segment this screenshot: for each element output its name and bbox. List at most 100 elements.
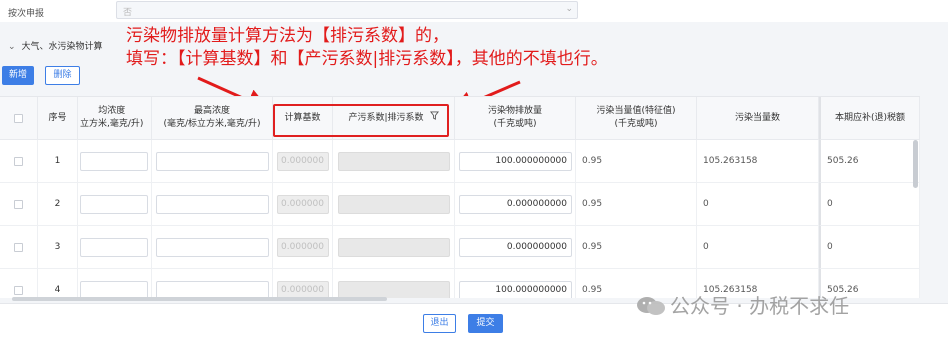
calc-base-cell: 0.000000 — [273, 183, 333, 226]
emission-input[interactable]: 0.000000000 — [459, 194, 572, 214]
annotation-line-2: 填写：【计算基数】和【产污系数|排污系数】，其他的不填也行。 — [126, 49, 608, 69]
coef-cell — [333, 269, 455, 298]
equiv-val-cell: 0.95 — [576, 183, 697, 226]
max-conc-input[interactable] — [156, 237, 269, 257]
calc-base-input[interactable]: 0.000000 — [277, 194, 329, 214]
emission-cell: 100.000000000 — [455, 140, 576, 183]
coef-input[interactable] — [338, 237, 450, 257]
max-conc-cell — [152, 269, 273, 298]
calc-base-cell: 0.000000 — [273, 269, 333, 298]
emission-input[interactable]: 0.000000000 — [459, 237, 572, 257]
equiv-val-text: 0.95 — [582, 285, 603, 295]
row-select-cell — [0, 269, 38, 298]
max-conc-input[interactable] — [156, 151, 269, 171]
header-tax: 本期应补(退)税额 — [819, 97, 920, 140]
coef-cell — [333, 226, 455, 269]
row-index: 2 — [54, 199, 61, 209]
emission-input[interactable]: 100.000000000 — [459, 280, 572, 298]
row-checkbox[interactable] — [14, 242, 23, 252]
equiv-val-text: 0.95 — [582, 156, 603, 166]
row-checkbox[interactable] — [14, 199, 23, 209]
delete-button[interactable]: 删除 — [45, 66, 80, 85]
emission-input[interactable]: 100.000000000 — [459, 151, 572, 171]
header-index: 序号 — [38, 97, 78, 140]
tax-text: 0 — [827, 242, 833, 252]
header-max-conc-line2: (毫克/标立方米,毫克/升) — [163, 119, 261, 129]
row-index: 1 — [54, 156, 61, 166]
by-count-label: 按次申报 — [8, 9, 45, 19]
avg-conc-cell — [78, 269, 152, 298]
tax-cell: 0 — [819, 183, 920, 226]
coef-input[interactable] — [338, 194, 450, 214]
header-emission-line2: (千克或吨) — [493, 119, 537, 129]
row-checkbox[interactable] — [14, 156, 23, 166]
header-max-conc-line1: 最高浓度 — [193, 106, 230, 116]
select-arrow-icon: ⌄ — [565, 4, 573, 14]
row-index-cell: 1 — [38, 140, 78, 183]
emission-cell: 0.000000000 — [455, 183, 576, 226]
equiv-num-cell: 105.263158 — [697, 140, 819, 183]
header-equiv-val-line2: (千克或吨) — [614, 119, 658, 129]
equiv-num-text: 105.263158 — [703, 156, 758, 166]
avg-conc-cell — [78, 183, 152, 226]
equiv-val-text: 0.95 — [582, 199, 603, 209]
coef-input[interactable] — [338, 280, 450, 298]
row-index-cell: 4 — [38, 269, 78, 298]
calc-base-input[interactable]: 0.000000 — [277, 237, 329, 257]
avg-conc-input[interactable] — [80, 280, 148, 298]
header-emission-line1: 污染物排放量 — [487, 106, 542, 116]
emission-cell: 100.000000000 — [455, 269, 576, 298]
avg-conc-input[interactable] — [80, 237, 148, 257]
avg-conc-input[interactable] — [80, 151, 148, 171]
header-equiv-val: 污染当量值(特征值) (千克或吨) — [576, 97, 697, 140]
max-conc-cell — [152, 140, 273, 183]
watermark: 公众号 · 办税不求任 — [636, 290, 849, 319]
tax-text: 0 — [827, 199, 833, 209]
max-conc-input[interactable] — [156, 194, 269, 214]
tax-cell: 0 — [819, 226, 920, 269]
chevron-down-icon: ⌄ — [8, 42, 16, 52]
header-emission: 污染物排放量 (千克或吨) — [455, 97, 576, 140]
calc-base-input[interactable]: 0.000000 — [277, 280, 329, 298]
header-avg-conc: 均浓度立方米,毫克/升) — [78, 97, 152, 140]
emission-table: 序号 均浓度 立方米,毫克/升) 最高浓度 (毫克/标立方米,毫克/升) 计算基数 … — [0, 96, 920, 298]
avg-conc-cell — [78, 140, 152, 183]
max-conc-cell — [152, 226, 273, 269]
header-max-conc: 最高浓度 (毫克/标立方米,毫克/升) — [152, 97, 273, 140]
row-select-cell — [0, 226, 38, 269]
equiv-num-cell: 0 — [697, 183, 819, 226]
row-select-cell — [0, 140, 38, 183]
header-avg-conc-line1: 均浓度 — [98, 106, 126, 116]
select-all-checkbox[interactable] — [14, 113, 23, 123]
equiv-val-text: 0.95 — [582, 242, 603, 252]
section-title-text: 大气、水污染物计算 — [21, 42, 103, 52]
submit-button[interactable]: 提交 — [468, 314, 503, 333]
section-title[interactable]: ⌄ 大气、水污染物计算 — [8, 39, 103, 52]
equiv-num-text: 0 — [703, 242, 709, 252]
coef-cell — [333, 140, 455, 183]
row-index-cell: 3 — [38, 226, 78, 269]
coef-input[interactable] — [338, 151, 450, 171]
header-avg-conc-line2: 立方米,毫克/升) — [80, 119, 144, 129]
avg-conc-input[interactable] — [80, 194, 148, 214]
equiv-num-cell: 0 — [697, 226, 819, 269]
annotation-line-1: 污染物排放量计算方法为【排污系数】的， — [126, 26, 449, 46]
calc-base-input[interactable]: 0.000000 — [277, 151, 329, 171]
top-bar: 按次申报 否 ⌄ — [0, 0, 948, 22]
row-index-cell: 2 — [38, 183, 78, 226]
coef-cell — [333, 183, 455, 226]
header-equiv-num: 污染当量数 — [697, 97, 819, 140]
by-count-select[interactable]: 否 ⌄ — [116, 1, 578, 19]
add-button[interactable]: 新增 — [2, 66, 34, 85]
row-select-cell — [0, 183, 38, 226]
exit-button[interactable]: 退出 — [423, 314, 456, 333]
tax-cell: 505.26 — [819, 140, 920, 183]
max-conc-input[interactable] — [156, 280, 269, 298]
row-checkbox[interactable] — [14, 285, 23, 295]
max-conc-cell — [152, 183, 273, 226]
horizontal-scrollbar[interactable] — [12, 297, 387, 301]
vertical-scrollbar[interactable] — [913, 140, 918, 188]
row-index: 4 — [54, 285, 61, 295]
avg-conc-cell — [78, 226, 152, 269]
calc-base-cell: 0.000000 — [273, 226, 333, 269]
